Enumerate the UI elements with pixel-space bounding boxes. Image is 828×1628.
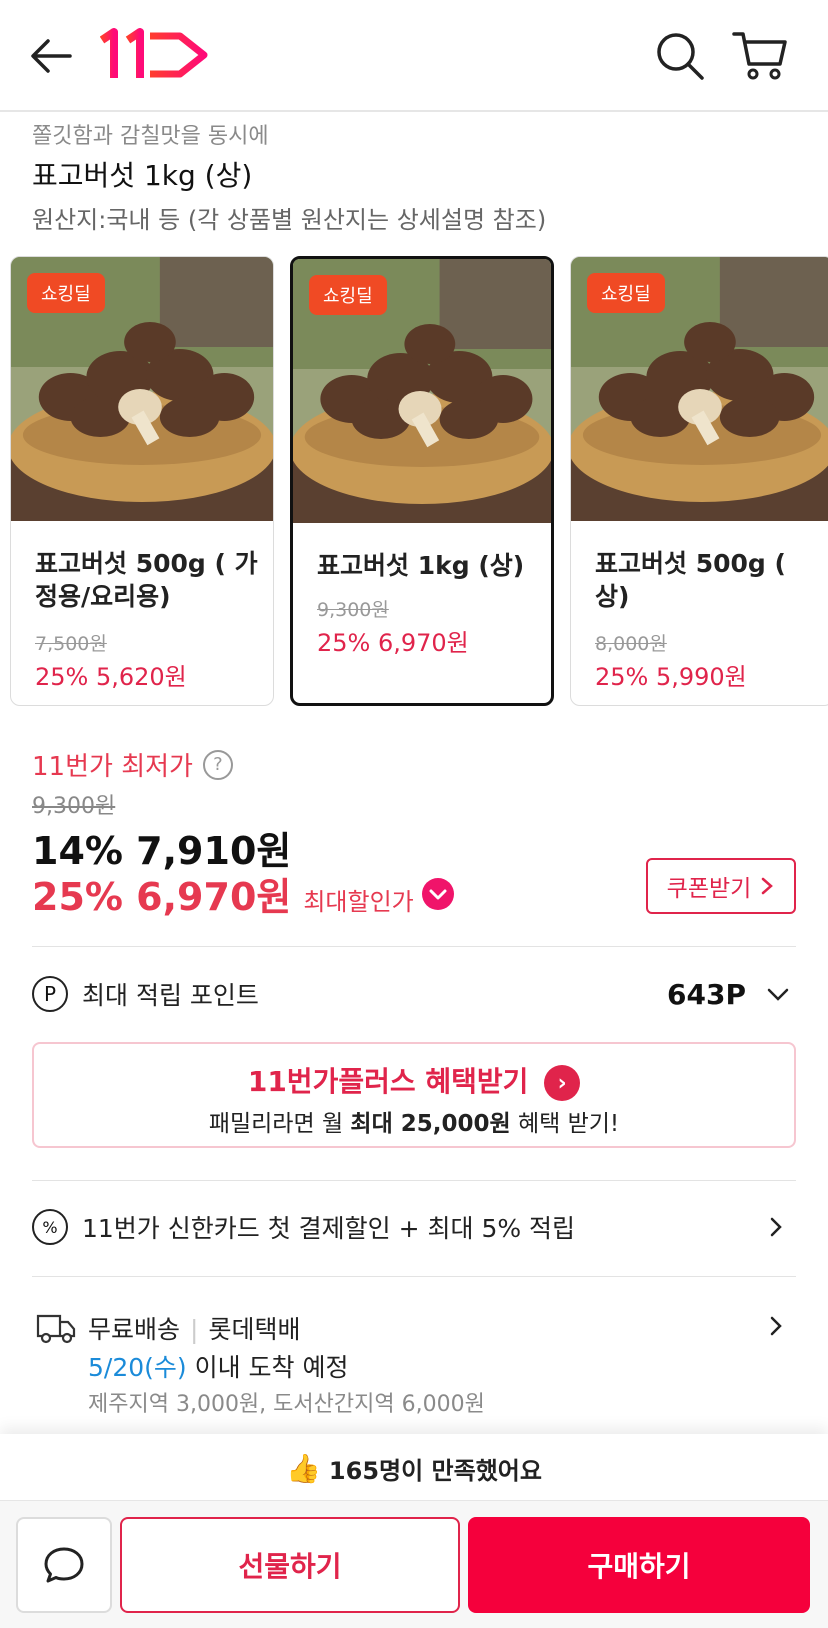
search-icon	[657, 33, 704, 80]
back-button[interactable]	[24, 32, 80, 80]
buy-button[interactable]: 구매하기	[468, 1517, 810, 1613]
max-discount-price: 25% 6,970원	[32, 875, 292, 919]
satisfaction-text: 165명이 만족했어요	[328, 1456, 542, 1485]
product-subtitle: 쫄깃함과 감칠맛을 동시에	[32, 124, 269, 149]
divider	[32, 946, 796, 947]
option-name: 표고버섯 500g ( 상)	[595, 549, 786, 611]
delivery-extra-fee: 제주지역 3,000원, 도서산간지역 6,000원	[88, 1392, 485, 1417]
option-sale-price: 25% 6,970원	[317, 629, 469, 657]
product-origin: 원산지:국내 등 (각 상품별 원산지는 상세설명 참조)	[32, 206, 547, 234]
separator: |	[190, 1315, 199, 1344]
coupon-label: 쿠폰받기	[666, 876, 752, 902]
chevron-right-icon	[762, 877, 774, 895]
option-name: 표고버섯 500g ( 가정용/요리용)	[35, 549, 258, 611]
plus-banner-title: 11번가플러스 혜택받기 ›	[34, 1060, 794, 1101]
points-value: 643P	[667, 977, 746, 1011]
plus-membership-banner[interactable]: 11번가플러스 혜택받기 › 패밀리라면 월 최대 25,000원 혜택 받기!	[32, 1042, 796, 1148]
thumbs-up-icon: 👍	[286, 1451, 321, 1485]
back-arrow-icon	[31, 39, 72, 73]
top-header	[0, 0, 828, 112]
plus-banner-desc: 패밀리라면 월 최대 25,000원 혜택 받기!	[34, 1104, 794, 1138]
max-discount-price-row: 25% 6,970원 최대할인가	[32, 866, 454, 921]
plus-desc-prefix: 패밀리라면 월	[208, 1111, 351, 1137]
delivery-date-suffix: 이내 도착 예정	[186, 1353, 349, 1382]
lowest-price-label: 11번가 최저가 ?	[32, 746, 233, 783]
option-original-price: 7,500원	[35, 633, 107, 655]
plus-desc-suffix: 혜택 받기!	[510, 1111, 620, 1137]
lowest-price-text: 11번가 최저가	[32, 752, 193, 782]
option-sale-price: 25% 5,990원	[595, 663, 747, 691]
chat-bubble-icon	[44, 1547, 84, 1583]
option-card-2[interactable]: 쇼킹딜 표고버섯 1kg (상) 9,300원 25% 6,970원	[290, 256, 554, 706]
11st-logo[interactable]	[99, 28, 220, 84]
delivery-eta: 5/20(수) 이내 도착 예정	[88, 1348, 349, 1384]
cart-button[interactable]	[730, 26, 790, 86]
chevron-right-icon	[770, 1217, 782, 1237]
chat-button[interactable]	[16, 1517, 112, 1613]
option-sale-price: 25% 5,620원	[35, 663, 187, 691]
option-card-1[interactable]: 쇼킹딜 표고버섯 500g ( 가정용/요리용) 7,500원 25% 5,62…	[10, 256, 274, 706]
option-original-price: 9,300원	[317, 599, 389, 621]
option-card-3[interactable]: 쇼킹딜 표고버섯 500g ( 상) 8,000원 25% 5,990원	[570, 256, 828, 706]
shocking-deal-badge: 쇼킹딜	[309, 275, 387, 315]
card-promo-row[interactable]: % 11번가 신한카드 첫 결제할인 + 최대 5% 적립	[32, 1202, 796, 1252]
chevron-right-icon	[770, 1316, 782, 1336]
percent-icon: %	[32, 1209, 68, 1245]
max-discount-label: 최대할인가	[303, 888, 414, 916]
plus-banner-title-text: 11번가플러스 혜택받기	[247, 1065, 529, 1098]
bottom-action-bar: 선물하기 구매하기	[0, 1500, 828, 1628]
shocking-deal-badge: 쇼킹딜	[27, 273, 105, 313]
plus-desc-bold: 최대 25,000원	[350, 1111, 511, 1137]
divider	[32, 1180, 796, 1181]
card-promo-text: 11번가 신한카드 첫 결제할인 + 최대 5% 적립	[82, 1214, 576, 1243]
option-original-price: 8,000원	[595, 633, 667, 655]
points-row[interactable]: P 최대 적립 포인트 643P	[32, 970, 796, 1018]
gift-button[interactable]: 선물하기	[120, 1517, 460, 1613]
delivery-info[interactable]: 무료배송 | 롯데택배 5/20(수) 이내 도착 예정 제주지역 3,000원, …	[32, 1306, 796, 1417]
option-name: 표고버섯 1kg (상)	[317, 551, 525, 580]
chevron-down-icon	[767, 988, 789, 1001]
truck-icon	[36, 1314, 76, 1344]
divider	[32, 1276, 796, 1277]
original-price: 9,300원	[32, 794, 116, 819]
help-icon[interactable]: ?	[202, 749, 233, 780]
search-button[interactable]	[652, 28, 708, 84]
satisfaction-bar[interactable]: 👍 165명이 만족했어요	[0, 1434, 828, 1502]
delivery-type: 무료배송 | 롯데택배	[88, 1310, 300, 1346]
coupon-button[interactable]: 쿠폰받기	[646, 858, 796, 914]
arrow-right-circle-icon: ›	[544, 1065, 581, 1101]
chevron-down-circle-icon[interactable]	[421, 878, 454, 910]
product-title: 표고버섯 1kg (상)	[32, 159, 253, 192]
delivery-date: 5/20(수)	[88, 1353, 187, 1382]
delivery-type-text: 무료배송	[88, 1315, 181, 1344]
points-label: 최대 적립 포인트	[82, 981, 259, 1010]
delivery-carrier: 롯데택배	[208, 1315, 301, 1344]
cart-icon	[732, 32, 787, 80]
point-icon: P	[32, 976, 68, 1012]
shocking-deal-badge: 쇼킹딜	[587, 273, 665, 313]
